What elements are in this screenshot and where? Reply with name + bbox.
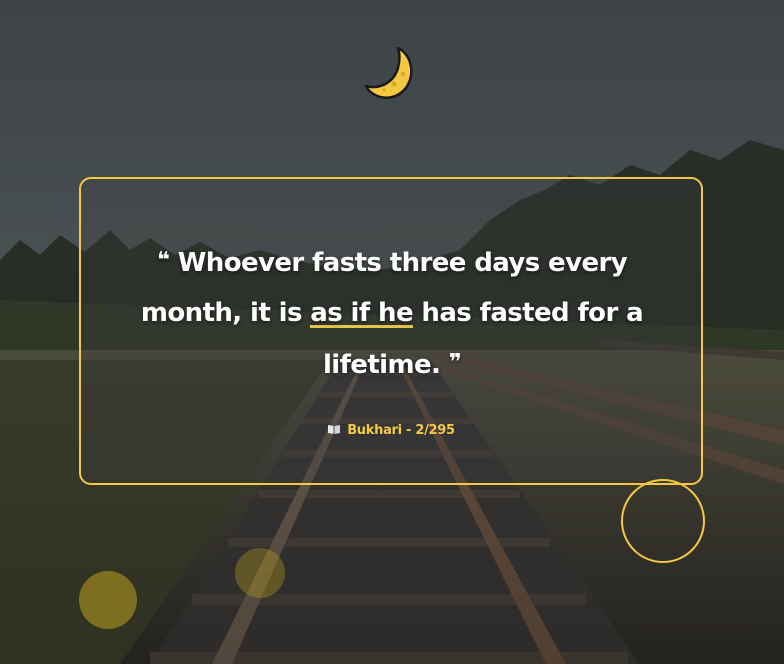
quote-highlight: as if he [310, 298, 414, 328]
quote-source: Bukhari - 2/295 [79, 423, 703, 438]
decorative-dot [235, 548, 285, 598]
hadith-quote: ❝ Whoever fasts three days every month, … [130, 236, 654, 390]
open-quote-mark: ❝ [156, 248, 170, 273]
close-quote-mark: ❞ [448, 350, 462, 375]
decorative-dot [79, 571, 137, 629]
crescent-moon-icon [362, 44, 420, 102]
book-icon [327, 424, 341, 435]
source-text: Bukhari - 2/295 [347, 423, 455, 438]
decorative-ring [621, 479, 705, 563]
